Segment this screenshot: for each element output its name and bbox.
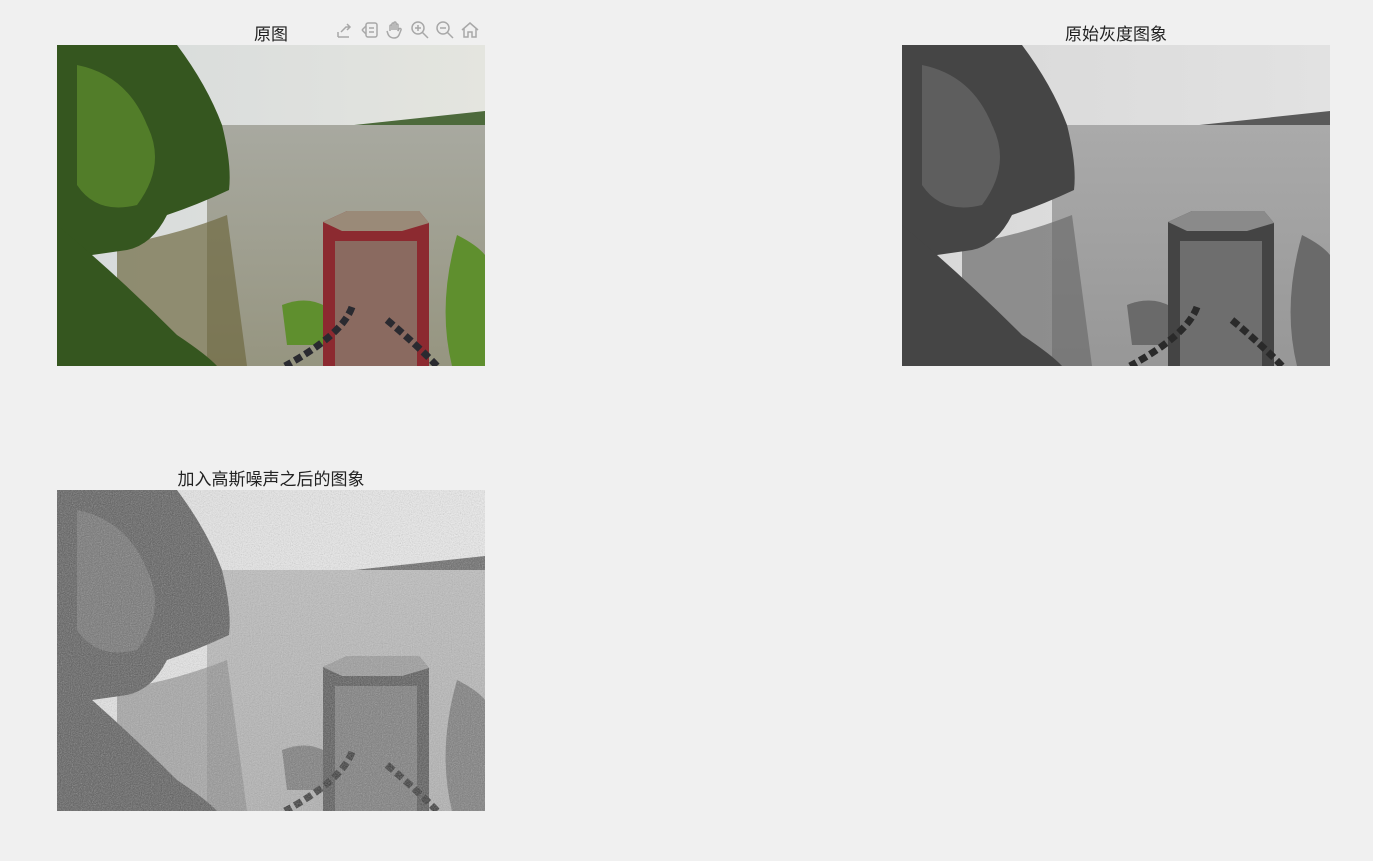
axes2-title: 原始灰度图象 xyxy=(1065,25,1167,45)
zoom-in-icon[interactable] xyxy=(409,19,431,41)
export-icon[interactable] xyxy=(334,19,356,41)
brush-data-icon[interactable] xyxy=(359,19,381,41)
grayscale-image xyxy=(902,45,1330,366)
pan-hand-icon[interactable] xyxy=(384,19,406,41)
axes1-title: 原图 xyxy=(254,25,288,45)
axes-toolbar xyxy=(334,19,481,41)
noisy-image xyxy=(57,490,485,811)
axes3-title: 加入高斯噪声之后的图象 xyxy=(177,470,365,490)
zoom-out-icon[interactable] xyxy=(434,19,456,41)
original-image xyxy=(57,45,485,366)
home-icon[interactable] xyxy=(459,19,481,41)
